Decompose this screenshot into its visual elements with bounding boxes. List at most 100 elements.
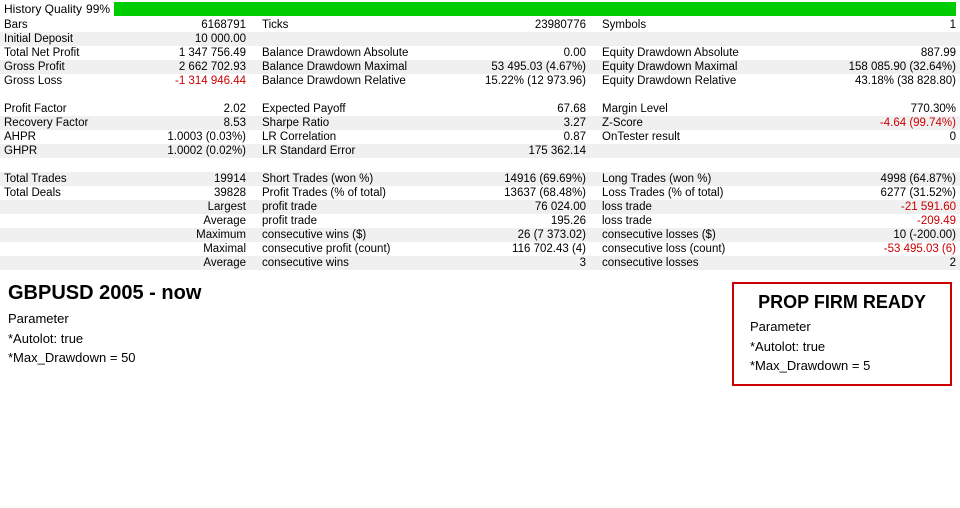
stats-table: Bars6168791Ticks23980776Symbols1 Initial …: [0, 18, 960, 270]
stat-value-2: 67.68: [450, 102, 590, 116]
stat-value-1: 2.02: [130, 102, 250, 116]
stat-value-3: 43.18% (38 828.80): [790, 74, 960, 88]
bottom-right-line: *Autolot: true: [750, 337, 934, 357]
stat-label-2: Balance Drawdown Relative: [250, 74, 450, 88]
stat-label-3: Symbols: [590, 18, 790, 32]
stat-value-2: 116 702.43 (4): [450, 242, 590, 256]
stat-label-2: LR Correlation: [250, 130, 450, 144]
bottom-right-line: Parameter: [750, 317, 934, 337]
stat-value-1: 8.53: [130, 116, 250, 130]
stat-value-1: 2 662 702.93: [130, 60, 250, 74]
stat-label-1: [0, 256, 130, 270]
history-quality-label: History Quality: [4, 2, 82, 16]
stat-label-1: Profit Factor: [0, 102, 130, 116]
stat-value-1: 19914: [130, 172, 250, 186]
stat-value-1: 39828: [130, 186, 250, 200]
stat-value-3: [790, 32, 960, 46]
stat-label-3: Long Trades (won %): [590, 172, 790, 186]
stat-value-3: -21 591.60: [790, 200, 960, 214]
stat-label-1: Total Trades: [0, 172, 130, 186]
bottom-section: GBPUSD 2005 - now Parameter*Autolot: tru…: [0, 274, 960, 390]
stat-value-3: 887.99: [790, 46, 960, 60]
stat-value-3: 10 (-200.00): [790, 228, 960, 242]
stat-label-1: [0, 200, 130, 214]
stat-value-3: 158 085.90 (32.64%): [790, 60, 960, 74]
stat-label-2: Sharpe Ratio: [250, 116, 450, 130]
stat-label-2: Profit Trades (% of total): [250, 186, 450, 200]
stat-label-1: [0, 242, 130, 256]
stat-label-1: Gross Loss: [0, 74, 130, 88]
stat-label-3: Z-Score: [590, 116, 790, 130]
stat-label-2: LR Standard Error: [250, 144, 450, 158]
stat-value-1: 6168791: [130, 18, 250, 32]
stat-value-2: 175 362.14: [450, 144, 590, 158]
stat-label-1: [0, 228, 130, 242]
stat-label-3: consecutive losses ($): [590, 228, 790, 242]
stat-value-2: [450, 32, 590, 46]
stat-label-1: GHPR: [0, 144, 130, 158]
stat-label-1: Bars: [0, 18, 130, 32]
stat-label-3: consecutive loss (count): [590, 242, 790, 256]
stat-label-1: AHPR: [0, 130, 130, 144]
stat-value-2: 23980776: [450, 18, 590, 32]
stat-label-2: Expected Payoff: [250, 102, 450, 116]
stat-value-2: 14916 (69.69%): [450, 172, 590, 186]
stat-label-3: Equity Drawdown Absolute: [590, 46, 790, 60]
stat-label-1: Recovery Factor: [0, 116, 130, 130]
top-bar: History Quality 99%: [0, 0, 960, 18]
stat-value-1: Average: [130, 214, 250, 228]
stat-value-3: 0: [790, 130, 960, 144]
progress-bar: [114, 2, 956, 16]
stat-label-1: Total Net Profit: [0, 46, 130, 60]
stat-label-3: loss trade: [590, 200, 790, 214]
stat-value-2: 3.27: [450, 116, 590, 130]
bottom-right: PROP FIRM READY Parameter*Autolot: true*…: [732, 282, 952, 386]
stat-label-2: profit trade: [250, 200, 450, 214]
stat-value-2: 26 (7 373.02): [450, 228, 590, 242]
stat-label-1: Initial Deposit: [0, 32, 130, 46]
bottom-left-title: GBPUSD 2005 - now: [8, 282, 712, 305]
stat-value-2: 0.87: [450, 130, 590, 144]
stat-label-2: Balance Drawdown Absolute: [250, 46, 450, 60]
stat-label-3: Equity Drawdown Maximal: [590, 60, 790, 74]
stat-value-3: 2: [790, 256, 960, 270]
stat-value-1: Maximum: [130, 228, 250, 242]
stat-label-3: Margin Level: [590, 102, 790, 116]
stat-value-2: 53 495.03 (4.67%): [450, 60, 590, 74]
stat-value-3: 6277 (31.52%): [790, 186, 960, 200]
bottom-left-line: Parameter: [8, 309, 712, 329]
stat-label-2: Balance Drawdown Maximal: [250, 60, 450, 74]
stat-label-3: OnTester result: [590, 130, 790, 144]
stat-label-1: Gross Profit: [0, 60, 130, 74]
stat-value-2: 195.26: [450, 214, 590, 228]
stat-value-3: 770.30%: [790, 102, 960, 116]
history-quality-value: 99%: [86, 2, 110, 16]
stat-label-3: Loss Trades (% of total): [590, 186, 790, 200]
bottom-left-line: *Autolot: true: [8, 329, 712, 349]
stat-label-3: [590, 32, 790, 46]
stat-value-1: 10 000.00: [130, 32, 250, 46]
stat-value-1: Largest: [130, 200, 250, 214]
stat-label-2: [250, 32, 450, 46]
stat-label-3: Equity Drawdown Relative: [590, 74, 790, 88]
stat-value-3: -53 495.03 (6): [790, 242, 960, 256]
stat-value-2: 3: [450, 256, 590, 270]
stat-label-2: Short Trades (won %): [250, 172, 450, 186]
stat-value-1: 1 347 756.49: [130, 46, 250, 60]
stat-value-1: 1.0003 (0.03%): [130, 130, 250, 144]
stat-label-2: consecutive profit (count): [250, 242, 450, 256]
stat-label-1: [0, 214, 130, 228]
stat-label-3: [590, 144, 790, 158]
stat-label-2: consecutive wins: [250, 256, 450, 270]
stat-value-2: 0.00: [450, 46, 590, 60]
bottom-left: GBPUSD 2005 - now Parameter*Autolot: tru…: [8, 282, 732, 386]
stat-value-1: Maximal: [130, 242, 250, 256]
stat-label-2: Ticks: [250, 18, 450, 32]
stat-value-2: 13637 (68.48%): [450, 186, 590, 200]
stat-label-3: consecutive losses: [590, 256, 790, 270]
stat-value-1: Average: [130, 256, 250, 270]
stat-value-3: 1: [790, 18, 960, 32]
stat-value-1: -1 314 946.44: [130, 74, 250, 88]
stat-value-1: 1.0002 (0.02%): [130, 144, 250, 158]
stat-label-1: Total Deals: [0, 186, 130, 200]
